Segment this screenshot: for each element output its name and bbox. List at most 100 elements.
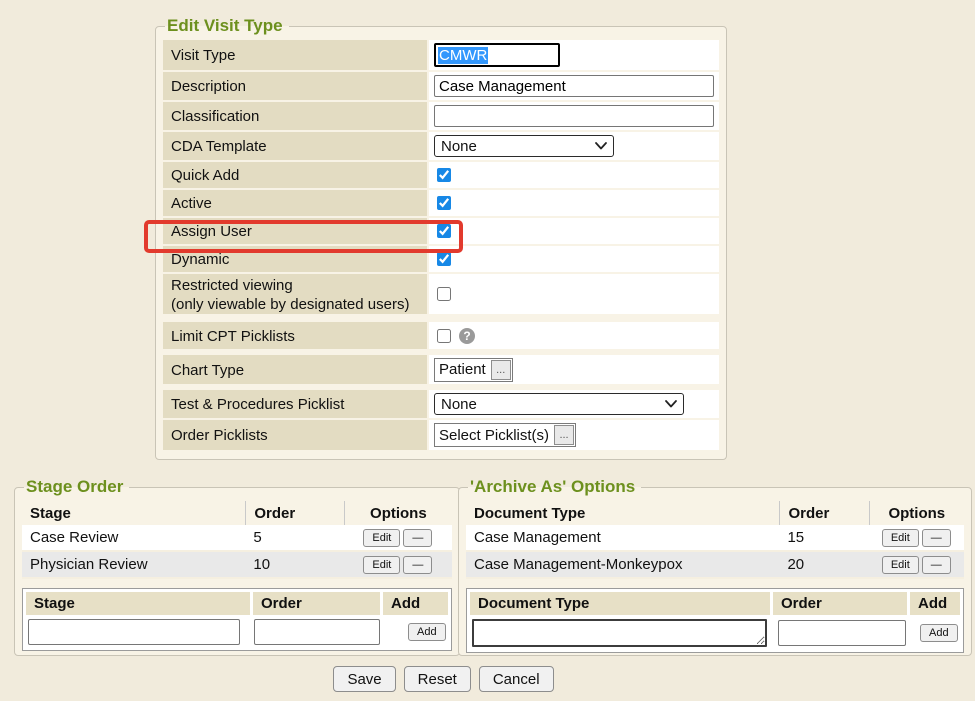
order-picklists-browse-button[interactable]: ... bbox=[554, 425, 574, 445]
table-row: Case Management-Monkeypox 20 Edit — bbox=[466, 552, 964, 579]
order-cell: 10 bbox=[245, 552, 344, 577]
column-header-order: Order bbox=[779, 501, 869, 525]
order-cell: 5 bbox=[245, 525, 344, 550]
column-header-order: Order bbox=[773, 592, 907, 615]
quick-add-checkbox[interactable] bbox=[437, 168, 451, 182]
restricted-viewing-row: Restricted viewing (only viewable by des… bbox=[163, 274, 719, 314]
description-label: Description bbox=[163, 72, 427, 100]
classification-label: Classification bbox=[163, 102, 427, 130]
order-picklists-label: Order Picklists bbox=[163, 420, 427, 450]
archive-as-table: Document Type Order Options Case Managem… bbox=[466, 501, 964, 579]
chart-type-label: Chart Type bbox=[163, 355, 427, 384]
reset-button[interactable]: Reset bbox=[404, 666, 471, 692]
stage-order-header: Stage Order Options bbox=[22, 501, 452, 525]
quick-add-label: Quick Add bbox=[163, 162, 427, 188]
quick-add-row: Quick Add bbox=[163, 162, 719, 188]
visit-type-row: Visit Type CMWR bbox=[163, 40, 719, 70]
visit-type-input[interactable]: CMWR bbox=[434, 43, 560, 67]
column-header-document-type: Document Type bbox=[466, 501, 779, 525]
cda-template-label: CDA Template bbox=[163, 132, 427, 160]
dynamic-row: Dynamic bbox=[163, 246, 719, 272]
limit-cpt-row: Limit CPT Picklists ? bbox=[163, 322, 719, 349]
stage-order-input[interactable] bbox=[254, 619, 380, 645]
stage-cell: Case Review bbox=[22, 525, 245, 550]
column-header-stage: Stage bbox=[26, 592, 250, 615]
stage-add-table: Stage Order Add Add bbox=[22, 588, 452, 651]
edit-visit-type-panel: Edit Visit Type Visit Type CMWR Descript… bbox=[155, 16, 727, 460]
archive-add-table: Document Type Order Add Add bbox=[466, 588, 964, 653]
stage-name-input[interactable] bbox=[28, 619, 240, 645]
save-button[interactable]: Save bbox=[333, 666, 395, 692]
column-header-options: Options bbox=[869, 501, 964, 525]
column-header-order: Order bbox=[253, 592, 380, 615]
order-cell: 20 bbox=[779, 552, 869, 577]
assign-user-row: Assign User bbox=[163, 218, 719, 244]
visit-type-selected-text: CMWR bbox=[438, 47, 488, 64]
active-checkbox[interactable] bbox=[437, 196, 451, 210]
edit-button[interactable]: Edit bbox=[882, 556, 919, 574]
order-picklists-row: Order Picklists Select Picklist(s) ... bbox=[163, 420, 719, 450]
chart-type-browse-button[interactable]: ... bbox=[491, 360, 511, 380]
remove-button[interactable]: — bbox=[403, 556, 432, 574]
visit-type-label: Visit Type bbox=[163, 40, 427, 70]
edit-button[interactable]: Edit bbox=[363, 529, 400, 547]
table-row: Case Review 5 Edit — bbox=[22, 525, 452, 552]
stage-cell: Physician Review bbox=[22, 552, 245, 577]
chart-type-row: Chart Type Patient ... bbox=[163, 355, 719, 384]
column-header-order: Order bbox=[245, 501, 344, 525]
edit-button[interactable]: Edit bbox=[363, 556, 400, 574]
cda-template-row: CDA Template None bbox=[163, 132, 719, 160]
stage-order-table: Stage Order Options Case Review 5 Edit —… bbox=[22, 501, 452, 579]
document-type-cell: Case Management bbox=[466, 525, 779, 550]
dynamic-checkbox[interactable] bbox=[437, 252, 451, 266]
edit-button[interactable]: Edit bbox=[882, 529, 919, 547]
assign-user-checkbox[interactable] bbox=[437, 224, 451, 238]
active-label: Active bbox=[163, 190, 427, 216]
document-type-textarea[interactable] bbox=[472, 619, 767, 647]
order-cell: 15 bbox=[779, 525, 869, 550]
help-icon[interactable]: ? bbox=[459, 328, 475, 344]
column-header-options: Options bbox=[344, 501, 451, 525]
description-row: Description bbox=[163, 72, 719, 100]
chevron-down-icon bbox=[595, 142, 607, 150]
description-input[interactable] bbox=[434, 75, 714, 97]
archive-as-panel: 'Archive As' Options Document Type Order… bbox=[458, 477, 972, 656]
order-picklists-picker: Select Picklist(s) ... bbox=[434, 423, 576, 447]
edit-visit-type-legend: Edit Visit Type bbox=[165, 16, 289, 36]
remove-button[interactable]: — bbox=[403, 529, 432, 547]
chevron-down-icon bbox=[665, 400, 677, 408]
chart-type-picker: Patient ... bbox=[434, 358, 513, 382]
archive-as-legend: 'Archive As' Options bbox=[468, 477, 641, 497]
assign-user-label: Assign User bbox=[163, 218, 427, 244]
restricted-viewing-checkbox[interactable] bbox=[437, 287, 451, 301]
document-type-cell: Case Management-Monkeypox bbox=[466, 552, 779, 577]
footer-actions: Save Reset Cancel bbox=[0, 666, 975, 692]
add-archive-button[interactable]: Add bbox=[920, 624, 958, 642]
column-header-document-type: Document Type bbox=[470, 592, 770, 615]
chart-type-value[interactable]: Patient bbox=[435, 359, 490, 381]
table-row: Case Management 15 Edit — bbox=[466, 525, 964, 552]
archive-as-header: Document Type Order Options bbox=[466, 501, 964, 525]
remove-button[interactable]: — bbox=[922, 556, 951, 574]
active-row: Active bbox=[163, 190, 719, 216]
add-stage-button[interactable]: Add bbox=[408, 623, 446, 641]
limit-cpt-label: Limit CPT Picklists bbox=[163, 322, 427, 349]
test-procedures-row: Test & Procedures Picklist None bbox=[163, 390, 719, 418]
stage-order-legend: Stage Order bbox=[24, 477, 129, 497]
dynamic-label: Dynamic bbox=[163, 246, 427, 272]
limit-cpt-checkbox[interactable] bbox=[437, 329, 451, 343]
remove-button[interactable]: — bbox=[922, 529, 951, 547]
column-header-add: Add bbox=[910, 592, 960, 615]
order-picklists-value[interactable]: Select Picklist(s) bbox=[435, 424, 553, 446]
classification-input[interactable] bbox=[434, 105, 714, 127]
archive-order-input[interactable] bbox=[778, 620, 906, 646]
test-procedures-select[interactable]: None bbox=[434, 393, 684, 415]
classification-row: Classification bbox=[163, 102, 719, 130]
column-header-add: Add bbox=[383, 592, 448, 615]
cancel-button[interactable]: Cancel bbox=[479, 666, 554, 692]
table-row: Physician Review 10 Edit — bbox=[22, 552, 452, 579]
test-procedures-label: Test & Procedures Picklist bbox=[163, 390, 427, 418]
cda-template-select[interactable]: None bbox=[434, 135, 614, 157]
column-header-stage: Stage bbox=[22, 501, 245, 525]
test-procedures-selected-value: None bbox=[441, 396, 477, 413]
